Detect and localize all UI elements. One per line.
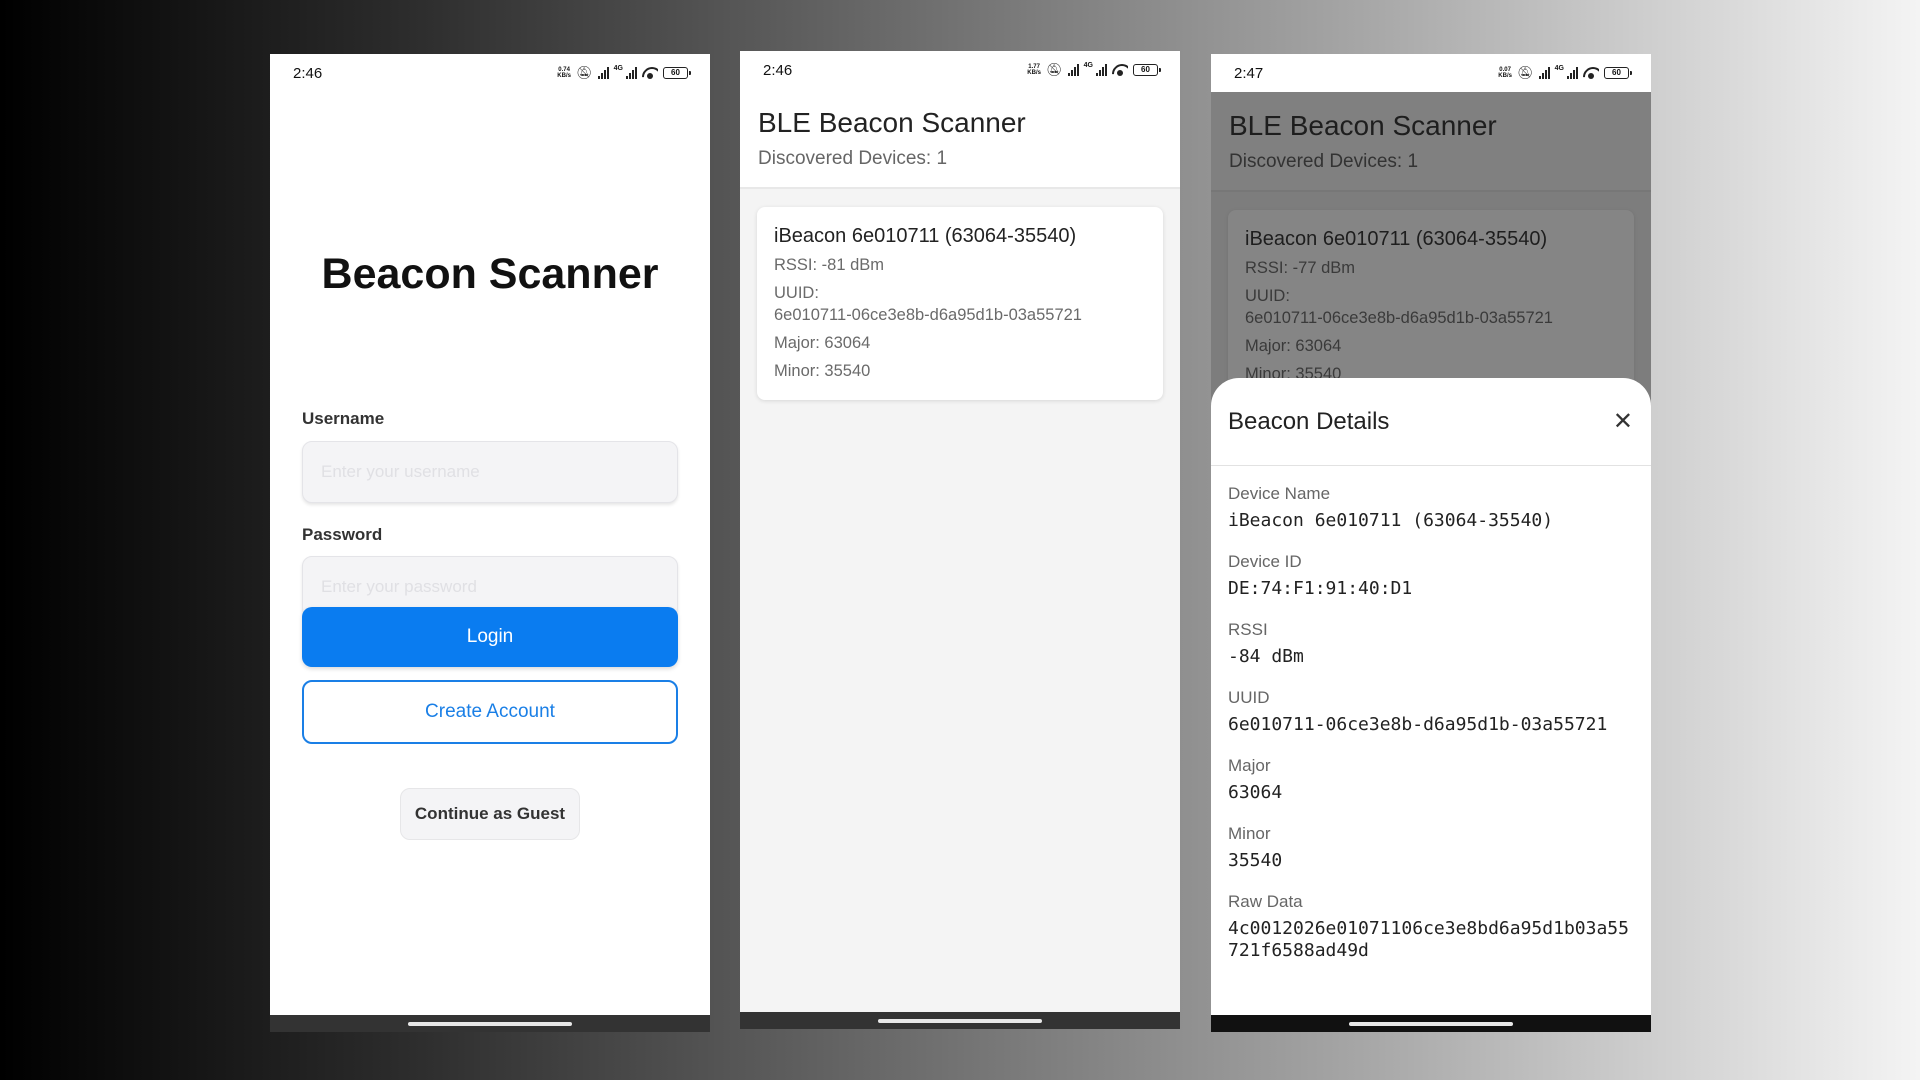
device-card[interactable]: iBeacon 6e010711 (63064-35540) RSSI: -81…: [757, 207, 1163, 400]
signal-icon: [597, 67, 609, 79]
app-header: BLE Beacon Scanner Discovered Devices: 1: [740, 89, 1180, 189]
status-time: 2:46: [293, 64, 323, 82]
page-title: Beacon Scanner: [321, 250, 659, 298]
beacon-details-sheet: Beacon Details ✕ Device Name iBeacon 6e0…: [1211, 378, 1651, 1032]
device-rssi: RSSI: -77 dBm: [1245, 259, 1356, 277]
device-uuid: 6e010711-06ce3e8b-d6a95d1b-03a55721: [1245, 309, 1553, 327]
sheet-body: Device Name iBeacon 6e010711 (63064-3554…: [1211, 466, 1651, 962]
app-title: BLE Beacon Scanner: [758, 107, 1026, 138]
detail-value-rssi: -84 dBm: [1228, 646, 1304, 667]
login-screen: 2:46 0.74 KB/s 🔕︎ 4G 60 Beacon Scanner U…: [270, 54, 710, 1032]
detail-label-uuid: UUID: [1228, 688, 1270, 707]
signal-icon: [626, 67, 637, 79]
detail-value-device-id: DE:74:F1:91:40:D1: [1228, 578, 1413, 599]
password-label: Password: [302, 525, 383, 544]
signal-icon: [1096, 64, 1107, 76]
home-handle[interactable]: [408, 1021, 572, 1026]
discovered-count: Discovered Devices: 1: [1229, 151, 1419, 172]
status-time: 2:47: [1234, 64, 1264, 82]
sheet-title: Beacon Details: [1228, 407, 1390, 435]
4g-icon: 4G: [1083, 62, 1093, 69]
app-header: BLE Beacon Scanner Discovered Devices: 1: [1211, 92, 1651, 192]
device-card[interactable]: iBeacon 6e010711 (63064-35540) RSSI: -77…: [1228, 210, 1634, 403]
detail-value-raw-data: 4c0012026e01071106ce3e8bd6a95d1b03a55721…: [1228, 918, 1629, 961]
detail-label-raw-data: Raw Data: [1228, 892, 1303, 911]
network-rate: 1.77 KB/s: [1027, 64, 1041, 76]
device-rssi: RSSI: -81 dBm: [774, 256, 885, 274]
battery-icon: 60: [663, 67, 691, 79]
wifi-icon: [642, 67, 658, 79]
status-bar: 2:46 0.74 KB/s 🔕︎ 4G 60: [270, 54, 710, 92]
login-button[interactable]: Login: [302, 607, 678, 667]
wifi-icon: [1112, 64, 1128, 76]
status-icons: 1.77 KB/s 🔕︎ 4G 60: [1027, 62, 1161, 78]
battery-icon: 60: [1604, 67, 1632, 79]
device-minor: Minor: 35540: [774, 362, 871, 380]
app-title: BLE Beacon Scanner: [1229, 110, 1497, 141]
signal-icon: [1538, 67, 1550, 79]
network-rate: 0.74 KB/s: [557, 67, 571, 79]
device-major: Major: 63064: [1245, 337, 1342, 355]
continue-as-guest-button[interactable]: Continue as Guest: [400, 788, 580, 840]
status-time: 2:46: [763, 61, 793, 79]
detail-value-major: 63064: [1228, 782, 1283, 803]
detail-label-device-name: Device Name: [1228, 484, 1331, 503]
detail-label-device-id: Device ID: [1228, 552, 1302, 571]
username-label: Username: [302, 409, 385, 428]
mute-icon: 🔕︎: [576, 65, 593, 80]
scanner-screen: 2:46 1.77 KB/s 🔕︎ 4G 60 BLE Beacon Scann…: [740, 51, 1180, 1029]
detail-label-major: Major: [1228, 756, 1271, 775]
detail-value-minor: 35540: [1228, 850, 1283, 871]
navigation-bar: [270, 1015, 710, 1032]
home-handle[interactable]: [1349, 1021, 1513, 1026]
mute-icon: 🔕︎: [1517, 65, 1534, 80]
status-bar: 2:46 1.77 KB/s 🔕︎ 4G 60: [740, 51, 1180, 89]
4g-icon: 4G: [1554, 65, 1564, 72]
sheet-header: Beacon Details ✕: [1211, 378, 1651, 466]
discovered-count: Discovered Devices: 1: [758, 148, 948, 169]
device-major: Major: 63064: [774, 334, 871, 352]
navigation-bar: [740, 1012, 1180, 1029]
detail-label-minor: Minor: [1228, 824, 1271, 843]
mute-icon: 🔕︎: [1046, 62, 1063, 77]
network-rate: 0.07 KB/s: [1498, 67, 1512, 79]
create-account-button[interactable]: Create Account: [302, 680, 678, 744]
close-icon[interactable]: ✕: [1613, 407, 1633, 436]
device-uuid-label: UUID:: [774, 284, 819, 302]
device-uuid-label: UUID:: [1245, 287, 1290, 305]
battery-icon: 60: [1133, 64, 1161, 76]
device-name: iBeacon 6e010711 (63064-35540): [1245, 228, 1548, 250]
navigation-bar: [1211, 1015, 1651, 1032]
device-uuid: 6e010711-06ce3e8b-d6a95d1b-03a55721: [774, 306, 1082, 324]
detail-value-uuid: 6e010711-06ce3e8b-d6a95d1b-03a55721: [1228, 714, 1608, 735]
username-input[interactable]: [302, 441, 678, 503]
home-handle[interactable]: [878, 1018, 1042, 1023]
detail-label-rssi: RSSI: [1228, 620, 1268, 639]
details-screen: 2:47 0.07 KB/s 🔕︎ 4G 60 BLE Beacon Scann…: [1211, 54, 1651, 1032]
4g-icon: 4G: [613, 65, 623, 72]
signal-icon: [1067, 64, 1079, 76]
device-name: iBeacon 6e010711 (63064-35540): [774, 225, 1077, 247]
status-icons: 0.74 KB/s 🔕︎ 4G 60: [557, 65, 691, 81]
signal-icon: [1567, 67, 1578, 79]
status-icons: 0.07 KB/s 🔕︎ 4G 60: [1498, 65, 1632, 81]
status-bar: 2:47 0.07 KB/s 🔕︎ 4G 60: [1211, 54, 1651, 92]
detail-value-device-name: iBeacon 6e010711 (63064-35540): [1228, 510, 1554, 531]
wifi-icon: [1583, 67, 1599, 79]
